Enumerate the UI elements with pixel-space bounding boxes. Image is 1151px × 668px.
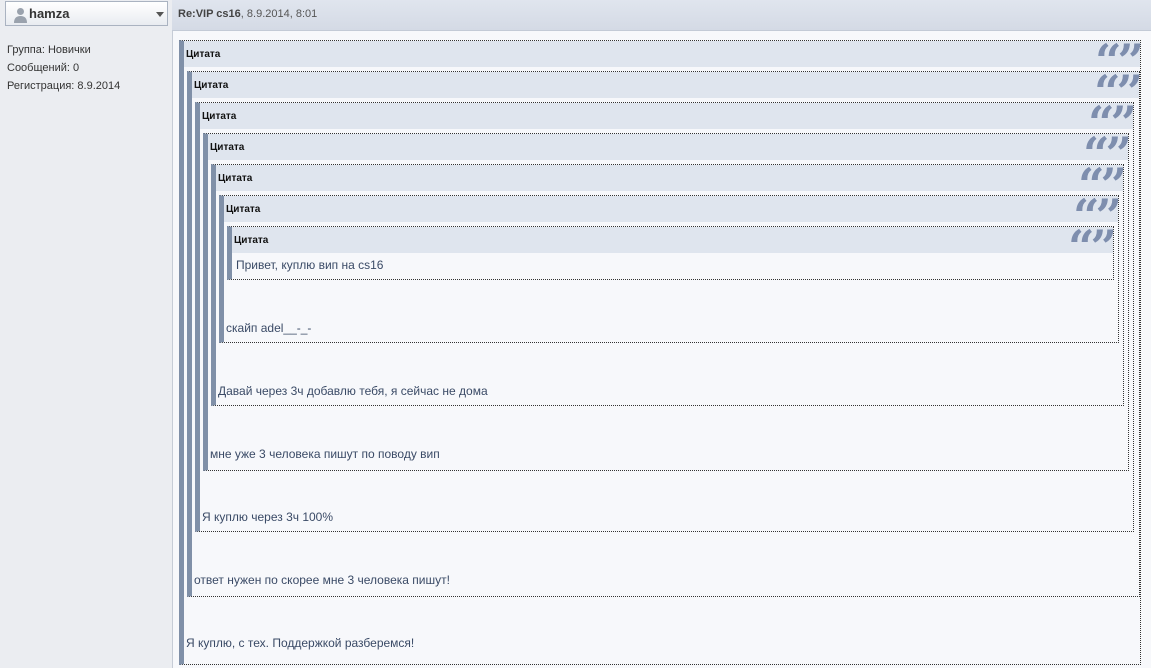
quote-text: мне уже 3 человека пишут по поводу вип bbox=[210, 447, 440, 461]
quote-text: Давай через 3ч добавлю тебя, я сейчас не… bbox=[218, 384, 488, 398]
quote-block: Цитата “” Давай через 3ч добавлю тебя, я … bbox=[211, 162, 1127, 406]
quote-header: Цитата “” bbox=[208, 131, 1132, 177]
quote-header: Цитата “” bbox=[232, 224, 1117, 270]
quote-text: Я куплю через 3ч 100% bbox=[202, 510, 334, 524]
quote-block: Цитата “” Привет, куплю вип на cs16 bbox=[227, 224, 1117, 280]
post-title-line: Re:VIP cs16, 8.9.2014, 8:01 bbox=[178, 8, 317, 20]
quote-block: Цитата “” Я куплю через 3ч 100% Цитата “” … bbox=[195, 100, 1137, 532]
quote-block: Цитата “” Я куплю, с тех. Поддержкой разб… bbox=[179, 38, 1144, 665]
post-content: Цитата “” Я куплю, с тех. Поддержкой разб… bbox=[174, 32, 1151, 668]
quote-label: Цитата bbox=[202, 111, 237, 122]
quote-header: Цитата “” bbox=[224, 193, 1122, 239]
quote-header: Цитата “” bbox=[200, 100, 1137, 146]
quote-label: Цитата bbox=[194, 80, 229, 91]
quote-label: Цитата bbox=[210, 142, 245, 153]
post-meta: , 8.9.2014, 8:01 bbox=[240, 8, 318, 20]
quote-block: Цитата “” скайп adel__-_- Цитата “” Привет… bbox=[219, 193, 1122, 343]
quote-label: Цитата bbox=[186, 49, 221, 60]
quote-header: Цитата “” bbox=[192, 69, 1143, 115]
user-registration-date: Регистрация: 8.9.2014 bbox=[7, 80, 121, 92]
quote-label: Цитата bbox=[218, 173, 253, 184]
username: hamza bbox=[29, 6, 70, 21]
quote-label: Цитата bbox=[234, 235, 269, 246]
quote-block: Цитата “” мне уже 3 человека пишут по пов… bbox=[203, 131, 1132, 471]
quote-text: Привет, куплю вип на cs16 bbox=[236, 258, 384, 272]
quote-block: Цитата “” ответ нужен по скорее мне 3 чел… bbox=[187, 69, 1143, 597]
quote-header: Цитата “” bbox=[184, 38, 1144, 84]
user-group: Группа: Новички bbox=[7, 44, 91, 56]
user-menu-button[interactable]: hamza bbox=[5, 1, 168, 26]
post-header: Re:VIP cs16, 8.9.2014, 8:01 bbox=[172, 0, 1151, 31]
user-message-count: Сообщений: 0 bbox=[7, 62, 80, 74]
chevron-down-icon[interactable] bbox=[156, 12, 164, 17]
quote-label: Цитата bbox=[226, 204, 261, 215]
user-info: Группа: Новички Сообщений: 0 Регистрация… bbox=[7, 41, 120, 95]
quote-text: ответ нужен по скорее мне 3 человека пиш… bbox=[194, 573, 450, 587]
quote-text: скайп adel__-_- bbox=[226, 321, 312, 335]
user-sidebar: hamza Группа: Новички Сообщений: 0 Регис… bbox=[0, 0, 173, 668]
quote-icon: “” bbox=[1068, 220, 1117, 274]
post-title[interactable]: Re:VIP cs16 bbox=[178, 8, 241, 20]
user-avatar-icon bbox=[14, 8, 27, 23]
quote-header: Цитата “” bbox=[216, 162, 1127, 208]
post-body-text: Я куплю, с тех. Поддержкой разберемся! bbox=[186, 636, 415, 650]
